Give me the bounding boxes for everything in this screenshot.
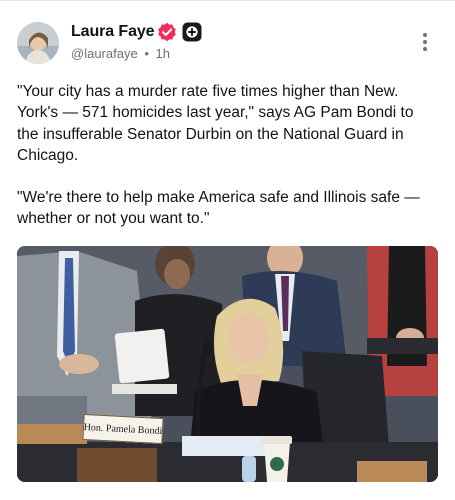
author-name[interactable]: Laura Faye: [71, 23, 155, 41]
post-text-paragraph-2: "We're there to help make America safe a…: [17, 189, 420, 228]
avatar-image: [17, 22, 59, 64]
top-divider: [0, 0, 455, 1]
hearing-photo: [17, 246, 438, 482]
verified-badge-icon: [158, 22, 176, 42]
author-meta: @laurafaye • 1h: [71, 46, 170, 61]
nameplate: Hon. Pamela Bondi: [82, 413, 164, 445]
post-media-image[interactable]: Hon. Pamela Bondi: [17, 246, 438, 482]
post-text-paragraph-1: "Your city has a murder rate five times …: [17, 83, 414, 164]
more-options-button[interactable]: [418, 33, 432, 55]
author-handle[interactable]: @laurafaye: [71, 46, 138, 61]
post-time[interactable]: 1h: [156, 46, 170, 61]
meta-separator: •: [144, 46, 149, 61]
nameplate-text: Hon. Pamela Bondi: [83, 421, 163, 437]
avatar[interactable]: [17, 22, 59, 64]
more-vertical-icon: [423, 33, 427, 37]
plus-badge-icon: [182, 22, 202, 42]
